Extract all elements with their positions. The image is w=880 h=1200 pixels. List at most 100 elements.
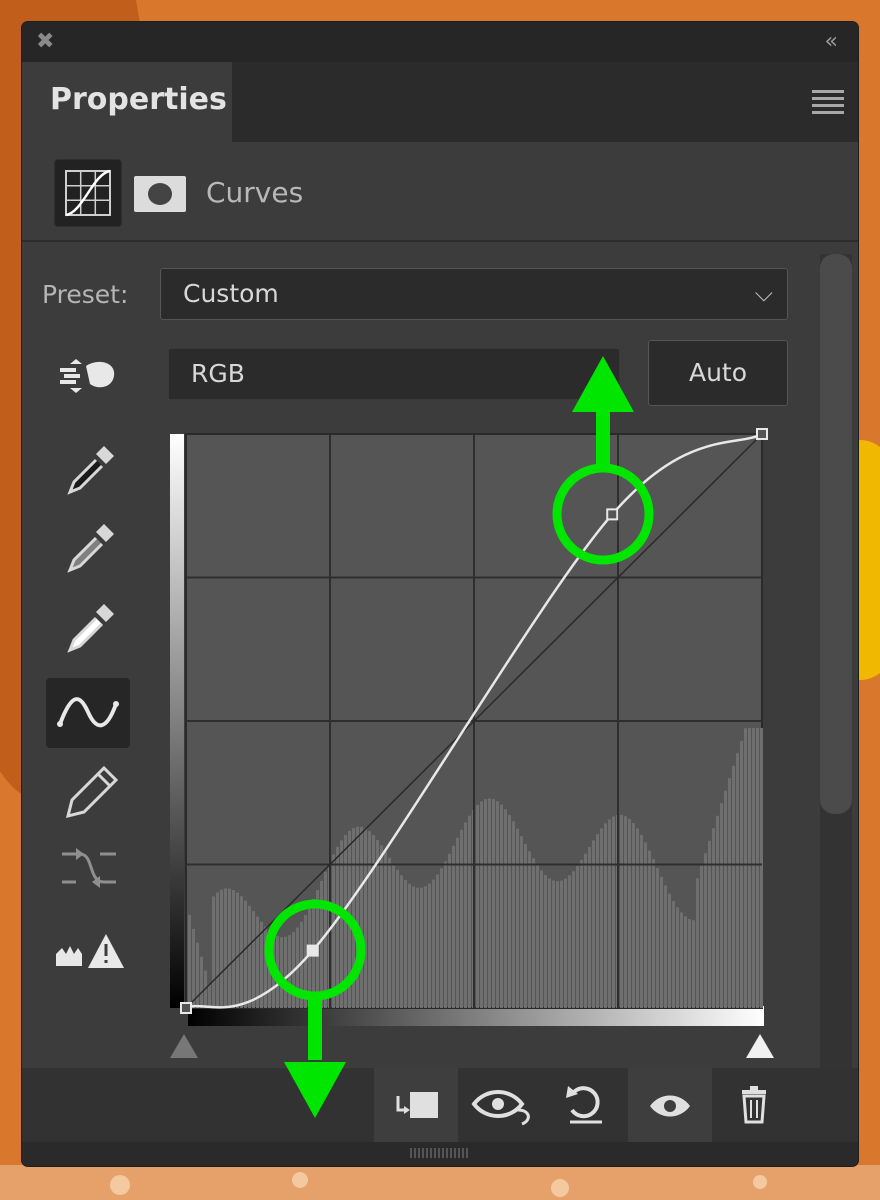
curve-control-point[interactable]: [756, 428, 768, 440]
black-input-slider[interactable]: [170, 1034, 198, 1058]
resize-grip[interactable]: [22, 1142, 858, 1166]
histogram-bar: [308, 907, 311, 1008]
histogram-bar: [696, 878, 699, 1008]
histogram-bar: [368, 831, 371, 1008]
histogram-bar: [488, 798, 491, 1008]
histogram-bar: [500, 804, 503, 1008]
histogram-bar: [724, 790, 727, 1008]
histogram-bar: [468, 815, 471, 1008]
histogram-bar: [280, 937, 283, 1008]
histogram-bar: [348, 830, 351, 1008]
histogram-bar: [248, 905, 251, 1008]
histogram-bar: [276, 936, 279, 1008]
histogram-bar: [716, 815, 719, 1008]
histogram-bar: [412, 886, 415, 1008]
histogram-bar: [476, 804, 479, 1008]
histogram-bar: [256, 916, 259, 1008]
histogram-bar: [580, 860, 583, 1008]
curve-control-point[interactable]: [606, 508, 619, 521]
visibility-eye-icon[interactable]: [628, 1068, 712, 1142]
histogram-bar: [416, 887, 419, 1008]
curve-control-point[interactable]: [180, 1002, 192, 1014]
histogram-bar: [752, 728, 755, 1008]
histogram-bar: [604, 823, 607, 1008]
histogram-bar: [448, 853, 451, 1008]
curves-graph[interactable]: [22, 22, 858, 1068]
histogram-bar: [200, 956, 203, 1008]
histogram-bar: [576, 865, 579, 1008]
white-input-slider[interactable]: [746, 1034, 774, 1058]
histogram-bar: [228, 888, 231, 1008]
clip-to-layer-icon[interactable]: [374, 1068, 458, 1142]
histogram-bar: [632, 823, 635, 1008]
histogram-bar: [640, 834, 643, 1008]
histogram-bar: [332, 854, 335, 1008]
histogram-bar: [360, 826, 363, 1008]
histogram-bar: [356, 826, 359, 1008]
histogram-bar: [444, 861, 447, 1008]
histogram-bar: [400, 875, 403, 1008]
histogram-bar: [648, 850, 651, 1008]
histogram-bar: [264, 926, 267, 1008]
histogram-bar: [268, 930, 271, 1008]
histogram-bar: [636, 828, 639, 1008]
histogram-bar: [432, 879, 435, 1008]
histogram-bar: [536, 864, 539, 1008]
histogram-bar: [408, 883, 411, 1008]
histogram-bar: [684, 916, 687, 1008]
reset-icon[interactable]: [544, 1068, 628, 1142]
histogram-bar: [420, 887, 423, 1008]
histogram-bar: [440, 868, 443, 1008]
histogram-bar: [748, 728, 751, 1008]
histogram-bar: [624, 816, 627, 1008]
histogram-bar: [704, 853, 707, 1008]
histogram-bar: [436, 874, 439, 1008]
histogram-bar: [336, 846, 339, 1008]
histogram-bar: [692, 920, 695, 1008]
histogram-bar: [232, 890, 235, 1008]
histogram-bar: [588, 847, 591, 1008]
histogram-bar: [688, 919, 691, 1008]
histogram-bar: [388, 857, 391, 1008]
delete-icon[interactable]: [714, 1068, 798, 1142]
histogram-bar: [540, 870, 543, 1008]
histogram-bar: [464, 822, 467, 1008]
properties-panel: ✖ « Properties Curves Preset: Custom ⌵ R…: [22, 22, 858, 1166]
histogram-bar: [556, 881, 559, 1008]
histogram-bar: [620, 814, 623, 1008]
histogram-bar: [384, 851, 387, 1008]
histogram-bar: [728, 778, 731, 1008]
histogram-bar: [700, 865, 703, 1008]
histogram-bar: [352, 828, 355, 1008]
histogram-bar: [720, 803, 723, 1008]
histogram-bar: [736, 753, 739, 1008]
histogram-bar: [652, 859, 655, 1008]
histogram-bar: [668, 893, 671, 1008]
histogram-bar: [516, 828, 519, 1008]
histogram-bar: [272, 934, 275, 1008]
histogram-bar: [644, 842, 647, 1008]
histogram-bar: [372, 834, 375, 1008]
histogram-bar: [608, 819, 611, 1008]
histogram-bar: [216, 892, 219, 1008]
histogram-bar: [396, 869, 399, 1008]
histogram-bar: [208, 984, 211, 1008]
histogram-bar: [572, 871, 575, 1008]
histogram-bar: [676, 907, 679, 1008]
histogram-bar: [452, 845, 455, 1008]
histogram-bar: [552, 880, 555, 1008]
curve-control-point[interactable]: [306, 944, 319, 957]
histogram-bar: [628, 818, 631, 1008]
histogram-bar: [324, 871, 327, 1008]
scrollbar[interactable]: [820, 254, 852, 1094]
histogram-bar: [672, 900, 675, 1008]
view-previous-state-icon[interactable]: [460, 1068, 544, 1142]
scroll-thumb[interactable]: [820, 254, 852, 814]
histogram-bar: [592, 840, 595, 1008]
histogram-bar: [252, 911, 255, 1008]
histogram-bar: [712, 828, 715, 1008]
histogram-bar: [460, 829, 463, 1008]
histogram-bar: [520, 836, 523, 1008]
histogram-bar: [244, 900, 247, 1008]
histogram-bar: [492, 799, 495, 1008]
